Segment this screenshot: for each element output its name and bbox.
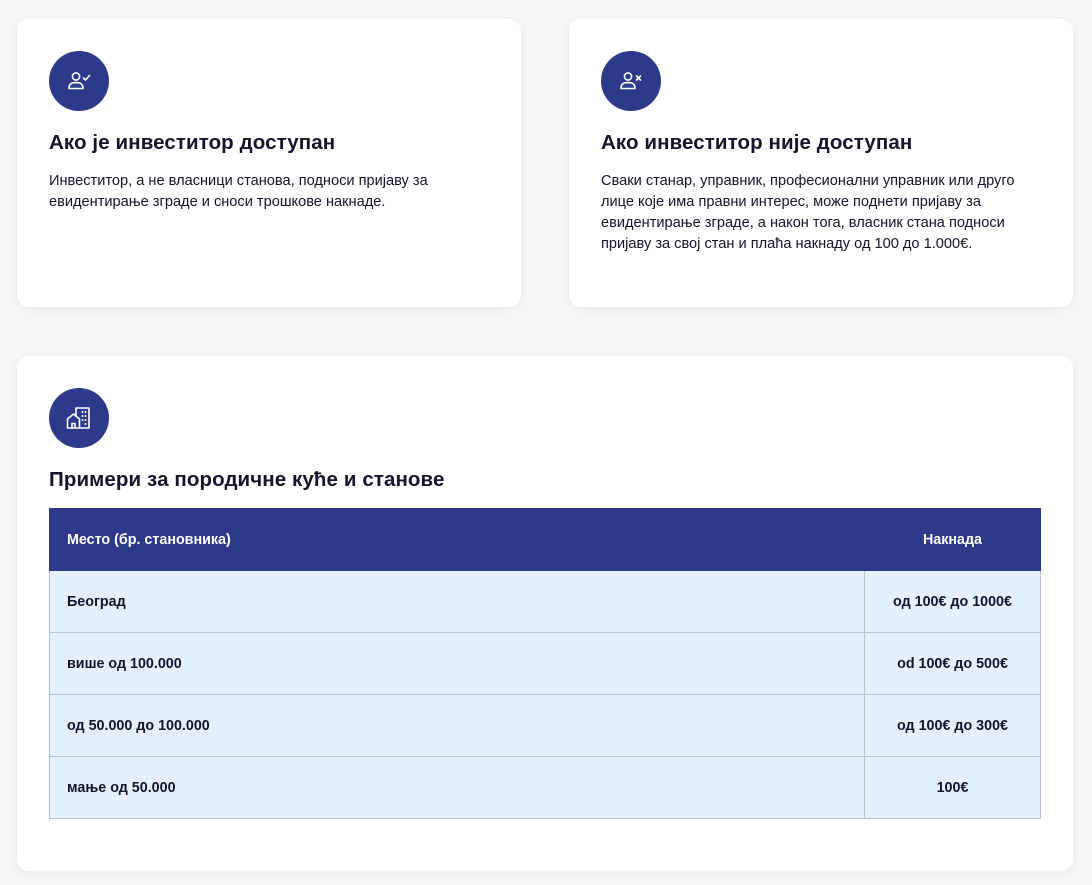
table-row: Београд од 100€ до 1000€	[49, 570, 1041, 633]
place-cell: од 50.000 до 100.000	[49, 694, 865, 757]
fee-cell: од 100€ до 1000€	[864, 570, 1041, 633]
card-description: Инвеститор, а не власници станова, подно…	[49, 173, 428, 210]
place-cell: више од 100.000	[49, 632, 865, 695]
table-header-row: Место (бр. становника) Накнада	[49, 508, 1041, 571]
user-check-icon	[49, 51, 109, 111]
fee-cell: od 100€ до 500€	[864, 632, 1041, 695]
column-header-fee: Накнада	[864, 508, 1041, 571]
investor-available-card: Ако је инвеститор доступан Инвеститор, а…	[17, 19, 521, 307]
column-header-place: Место (бр. становника)	[49, 508, 865, 571]
table-row: мање од 50.000 100€	[49, 756, 1041, 819]
user-x-icon	[601, 51, 661, 111]
place-cell: Београд	[49, 570, 865, 633]
fee-cell: 100€	[864, 756, 1041, 819]
table-row: више од 100.000 od 100€ до 500€	[49, 632, 1041, 695]
card-description: Сваки станар, управник, професионални уп…	[601, 173, 1015, 252]
fee-cell: од 100€ до 300€	[864, 694, 1041, 757]
examples-card: Примери за породичне куће и станове Мест…	[17, 356, 1073, 871]
card-title: Ако је инвеститор доступан	[49, 131, 336, 154]
section-title: Примери за породичне куће и станове	[49, 468, 445, 491]
table-row: од 50.000 до 100.000 од 100€ до 300€	[49, 694, 1041, 757]
place-cell: мање од 50.000	[49, 756, 865, 819]
fee-table: Место (бр. становника) Накнада Београд о…	[49, 508, 1041, 819]
buildings-icon	[49, 388, 109, 448]
card-title: Ако инвеститор није доступан	[601, 131, 913, 154]
investor-unavailable-card: Ако инвеститор није доступан Сваки стана…	[569, 19, 1073, 307]
